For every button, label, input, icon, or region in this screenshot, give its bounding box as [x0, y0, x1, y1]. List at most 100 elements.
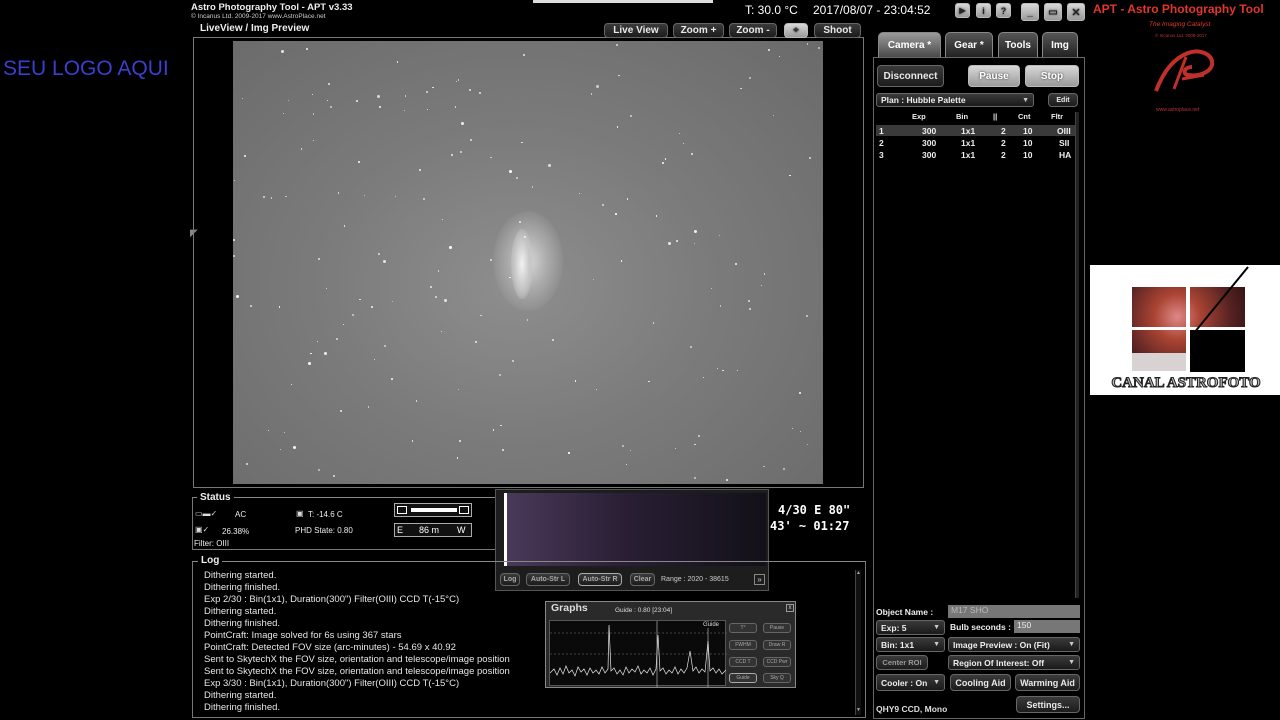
power-source: AC [235, 510, 247, 519]
graph-legend-guide: Guide [703, 622, 720, 628]
tab-img[interactable]: Img [1042, 32, 1078, 57]
bulb-seconds-input[interactable]: 150 [1014, 620, 1080, 633]
tab-gear[interactable]: Gear * [945, 32, 993, 57]
star [806, 443, 809, 446]
object-name-input[interactable]: M17 SHO [948, 605, 1080, 618]
star [384, 344, 387, 347]
plan-select[interactable]: Plan : Hubble Palette [876, 93, 1034, 107]
zoom-in-button[interactable]: Zoom + [673, 23, 724, 38]
star [434, 296, 437, 299]
info-icon[interactable]: i [976, 3, 991, 18]
graph-draw-button[interactable]: Draw R [763, 640, 791, 650]
row-pause: 2 [1001, 150, 1006, 160]
star [454, 106, 456, 108]
star [288, 99, 290, 102]
disconnect-button[interactable]: Disconnect [877, 65, 944, 87]
graph-ccd-power-button[interactable]: CCD Pwr [763, 657, 791, 667]
log-scroll-down-icon[interactable]: ▼ [856, 707, 861, 713]
star [438, 270, 440, 272]
log-scroll-up-icon[interactable]: ▲ [856, 570, 861, 576]
battery-level: 26.38% [222, 527, 250, 536]
row-exp: 300 [922, 138, 937, 148]
table-row[interactable]: 2 300 1x1 2 10 SII [877, 138, 1077, 150]
tab-tools[interactable]: Tools [998, 32, 1038, 57]
star [678, 132, 680, 135]
live-view-button[interactable]: Live View [604, 23, 668, 38]
graph-fwhm-button[interactable]: FWHM [729, 640, 757, 650]
star [337, 192, 339, 194]
graph-pause-button[interactable]: Pause [763, 623, 791, 633]
star [383, 259, 387, 263]
settings-button[interactable]: Settings... [1016, 696, 1080, 713]
sky-image [233, 41, 823, 484]
stop-button[interactable]: Stop [1025, 65, 1079, 87]
star [343, 225, 346, 227]
star [629, 449, 631, 452]
graph-guide-button[interactable]: Guide [729, 673, 757, 683]
log-scrollbar[interactable]: ▲ ▼ [855, 570, 861, 715]
graphs-close-icon[interactable]: x [786, 604, 794, 612]
log-line: Sent to SkytechX the FOV size, orientati… [204, 654, 510, 665]
star [792, 427, 794, 429]
crosshair-icon[interactable]: ⌖ [784, 23, 808, 38]
cooler-select[interactable]: Cooler : On [876, 674, 945, 691]
channel-name: CANAL ASTROFOTO [1111, 375, 1261, 392]
zoom-out-button[interactable]: Zoom - [729, 23, 777, 38]
close-icon[interactable]: ✕ [1067, 3, 1085, 21]
star [502, 449, 505, 452]
shoot-button[interactable]: Shoot [814, 23, 861, 38]
graph-ccd-temp-button[interactable]: CCD T [729, 657, 757, 667]
object-name-label: Object Name : [876, 607, 934, 617]
plan-edit-button[interactable]: Edit [1048, 93, 1078, 107]
star [763, 465, 765, 468]
nebula-core [511, 229, 533, 299]
exposure-select[interactable]: Exp: 5 [876, 620, 945, 635]
help-icon[interactable]: ? [996, 3, 1011, 18]
star [340, 410, 342, 412]
table-row[interactable]: 3 300 1x1 2 10 HA [877, 150, 1077, 162]
play-icon[interactable]: ▶ [955, 3, 970, 18]
star [450, 153, 453, 156]
star [620, 260, 623, 262]
star [391, 301, 394, 303]
table-row[interactable]: 1 300 1x1 2 10 OIII [877, 126, 1077, 138]
star [818, 47, 821, 50]
center-roi-button[interactable]: Center ROI [876, 655, 928, 670]
star [243, 155, 246, 158]
graph-sky-quality-button[interactable]: Sky Q [763, 673, 791, 683]
row-bin: 1x1 [961, 126, 976, 136]
star [806, 314, 809, 317]
header-fltr: Fltr [1051, 112, 1064, 121]
graph-temp-button[interactable]: T° [729, 623, 757, 633]
row-exp: 300 [922, 126, 937, 136]
star [391, 378, 394, 381]
roi-select[interactable]: Region Of Interest: Off [948, 655, 1080, 670]
meridian-slider-end [459, 506, 469, 514]
tab-camera[interactable]: Camera * [878, 32, 941, 57]
pause-button[interactable]: Pause [968, 65, 1020, 87]
star [432, 87, 434, 89]
log-line: Exp 3/30 : Bin(1x1), Duration(300") Filt… [204, 678, 460, 689]
star [480, 314, 482, 317]
star [490, 157, 492, 159]
thumbnail-dark-block [1132, 353, 1186, 371]
cooling-aid-button[interactable]: Cooling Aid [950, 674, 1011, 691]
apt-logo-icon [1154, 49, 1215, 92]
star [474, 340, 477, 343]
star [478, 91, 481, 94]
brand-title: APT - Astro Photography Tool [1093, 2, 1264, 16]
star [268, 429, 270, 432]
plan-scrollbar[interactable] [1075, 112, 1079, 598]
log-line: Sent to SkytechX the FOV size, orientati… [204, 666, 510, 677]
row-cnt: 10 [1023, 150, 1033, 160]
header-bin: Bin [956, 112, 969, 121]
maximize-icon[interactable]: ▭ [1044, 3, 1062, 21]
star [522, 53, 525, 56]
bin-select[interactable]: Bin: 1x1 [876, 637, 945, 652]
star [625, 463, 628, 466]
star [292, 446, 296, 450]
star [278, 306, 281, 308]
image-preview-select[interactable]: Image Preview : On (Fit) [948, 637, 1080, 652]
warming-aid-button[interactable]: Warming Aid [1015, 674, 1080, 691]
minimize-icon[interactable]: _ [1021, 3, 1039, 21]
